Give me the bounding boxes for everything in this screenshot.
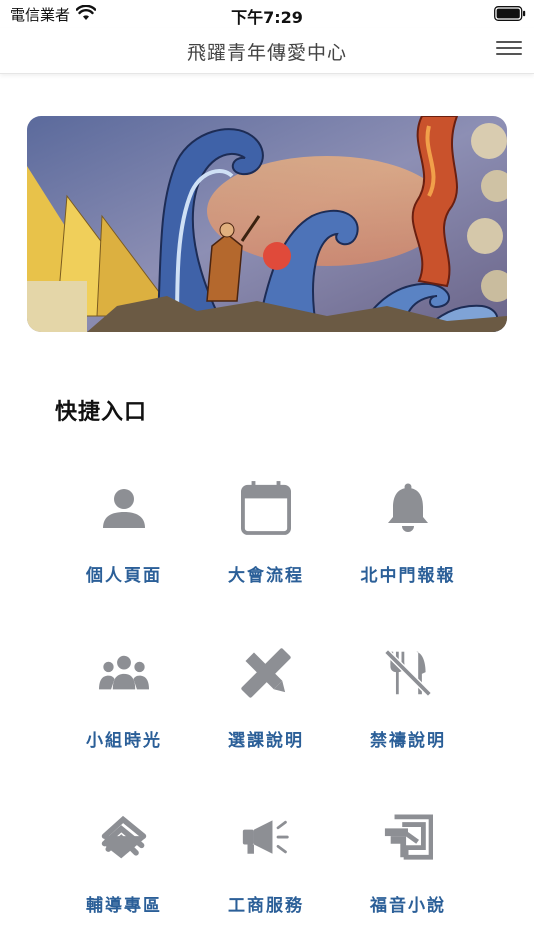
status-bar: 電信業者 下午7:29: [0, 0, 534, 28]
shortcut-label: 工商服務: [228, 896, 304, 916]
megaphone-icon: [241, 808, 291, 868]
section-title: 快捷入口: [55, 400, 148, 425]
shortcut-label: 選課說明: [228, 731, 304, 751]
menu-button[interactable]: [496, 37, 522, 63]
calendar-icon: [241, 478, 291, 538]
shortcut-business[interactable]: 工商服務: [195, 800, 337, 930]
hamburger-line: [496, 47, 522, 49]
shortcut-group[interactable]: 小組時光: [53, 635, 195, 765]
pencil-ruler-icon: [241, 643, 291, 703]
shortcut-label: 輔導專區: [86, 896, 162, 916]
shortcut-news[interactable]: 北中門報報: [337, 470, 479, 600]
battery-icon: [494, 6, 526, 25]
sign-icon: [383, 808, 433, 868]
hamburger-line: [496, 53, 522, 55]
shortcut-label: 禁禱說明: [370, 731, 446, 751]
person-icon: [99, 478, 149, 538]
shortcut-gospel-novel[interactable]: 福音小說: [337, 800, 479, 930]
no-utensils-icon: [383, 643, 433, 703]
bell-icon: [383, 478, 433, 538]
hands-icon: [99, 808, 149, 868]
shortcut-label: 大會流程: [228, 566, 304, 586]
hamburger-icon: [496, 41, 522, 43]
status-time: 下午7:29: [231, 8, 303, 27]
banner-illustration: [27, 116, 507, 332]
page-title: 飛躍青年傳愛中心: [186, 42, 347, 64]
group-icon: [99, 643, 149, 703]
nav-bar: 飛躍青年傳愛中心: [0, 28, 534, 74]
shortcut-schedule[interactable]: 大會流程: [195, 470, 337, 600]
shortcut-course[interactable]: 選課說明: [195, 635, 337, 765]
shortcut-counseling[interactable]: 輔導專區: [53, 800, 195, 930]
shortcut-label: 北中門報報: [360, 566, 456, 586]
shortcut-profile[interactable]: 個人頁面: [53, 470, 195, 600]
shortcut-label: 小組時光: [86, 731, 162, 751]
banner-image[interactable]: [27, 116, 507, 332]
shortcut-label: 福音小說: [370, 896, 446, 916]
shortcut-fasting[interactable]: 禁禱說明: [337, 635, 479, 765]
shortcut-label: 個人頁面: [86, 566, 162, 586]
